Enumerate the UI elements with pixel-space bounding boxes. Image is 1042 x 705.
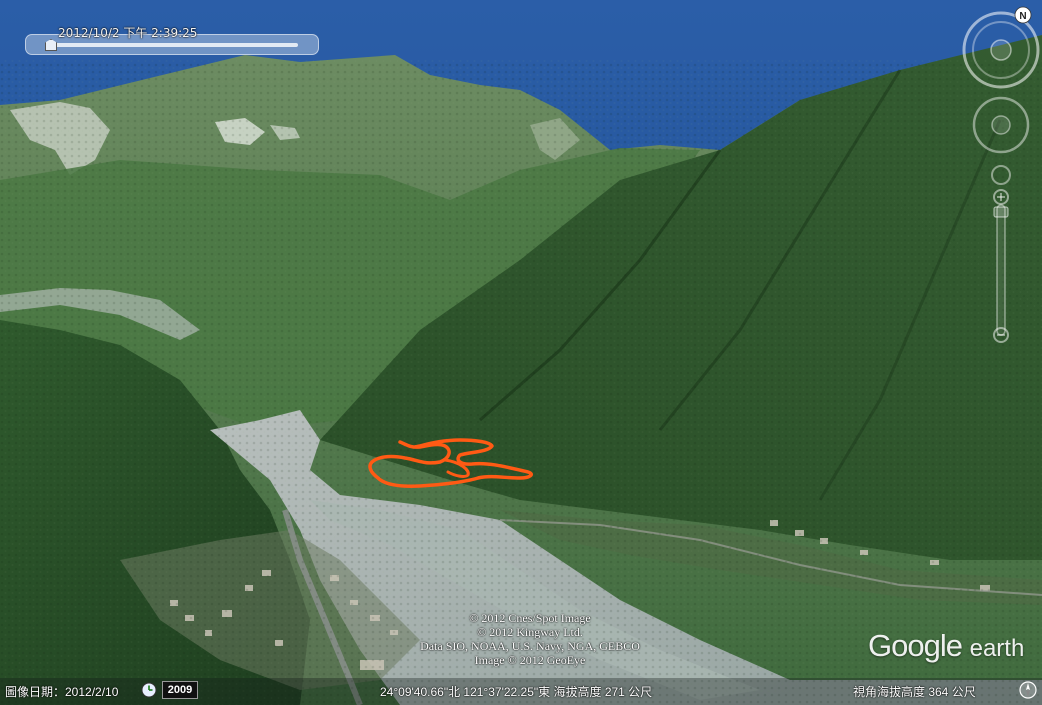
small-compass-icon[interactable] [1019, 681, 1037, 699]
cursor-coordinates: 24°09'40.66"北 121°37'22.25"東 海拔高度 271 公尺 [380, 685, 653, 699]
clock-icon[interactable] [141, 682, 157, 698]
attribution-line: Data SIO, NOAA, U.S. Navy, NGA, GEBCO [420, 639, 640, 653]
terrain-imagery[interactable] [0, 0, 1042, 705]
google-earth-logo: Google earth [868, 628, 1024, 664]
imagery-attribution: © 2012 Cnes/Spot Image © 2012 Kingway Lt… [380, 611, 680, 667]
status-bar: 圖像日期：2012/2/10 2009 24°09'40.66"北 121°37… [0, 678, 1042, 705]
north-label: N [1019, 11, 1026, 22]
logo-google: Google [868, 628, 963, 663]
attribution-line: © 2012 Cnes/Spot Image [469, 611, 591, 625]
time-slider-track[interactable] [48, 43, 298, 47]
zoom-slider-icon[interactable] [993, 189, 1009, 343]
attribution-line: © 2012 Kingway Ltd. [477, 625, 583, 639]
look-joystick-icon[interactable] [991, 165, 1011, 185]
imagery-date: 圖像日期：2012/2/10 [5, 685, 119, 699]
time-slider-thumb[interactable] [45, 39, 57, 51]
compass-ring-icon[interactable]: N [962, 6, 1040, 89]
map-viewport[interactable]: 2012/10/2 下午 2:39:25 N © 2012 Cnes/Spot … [0, 0, 1042, 705]
navigation-controls[interactable]: N [952, 0, 1042, 360]
time-slider-datetime: 2012/10/2 下午 2:39:25 [58, 26, 198, 40]
attribution-line: Image © 2012 GeoEye [474, 653, 586, 667]
eye-altitude: 視角海拔高度 364 公尺 [853, 685, 976, 699]
move-joystick-icon[interactable] [972, 96, 1030, 154]
logo-earth: earth [969, 635, 1025, 662]
historical-imagery-year[interactable]: 2009 [162, 681, 198, 699]
